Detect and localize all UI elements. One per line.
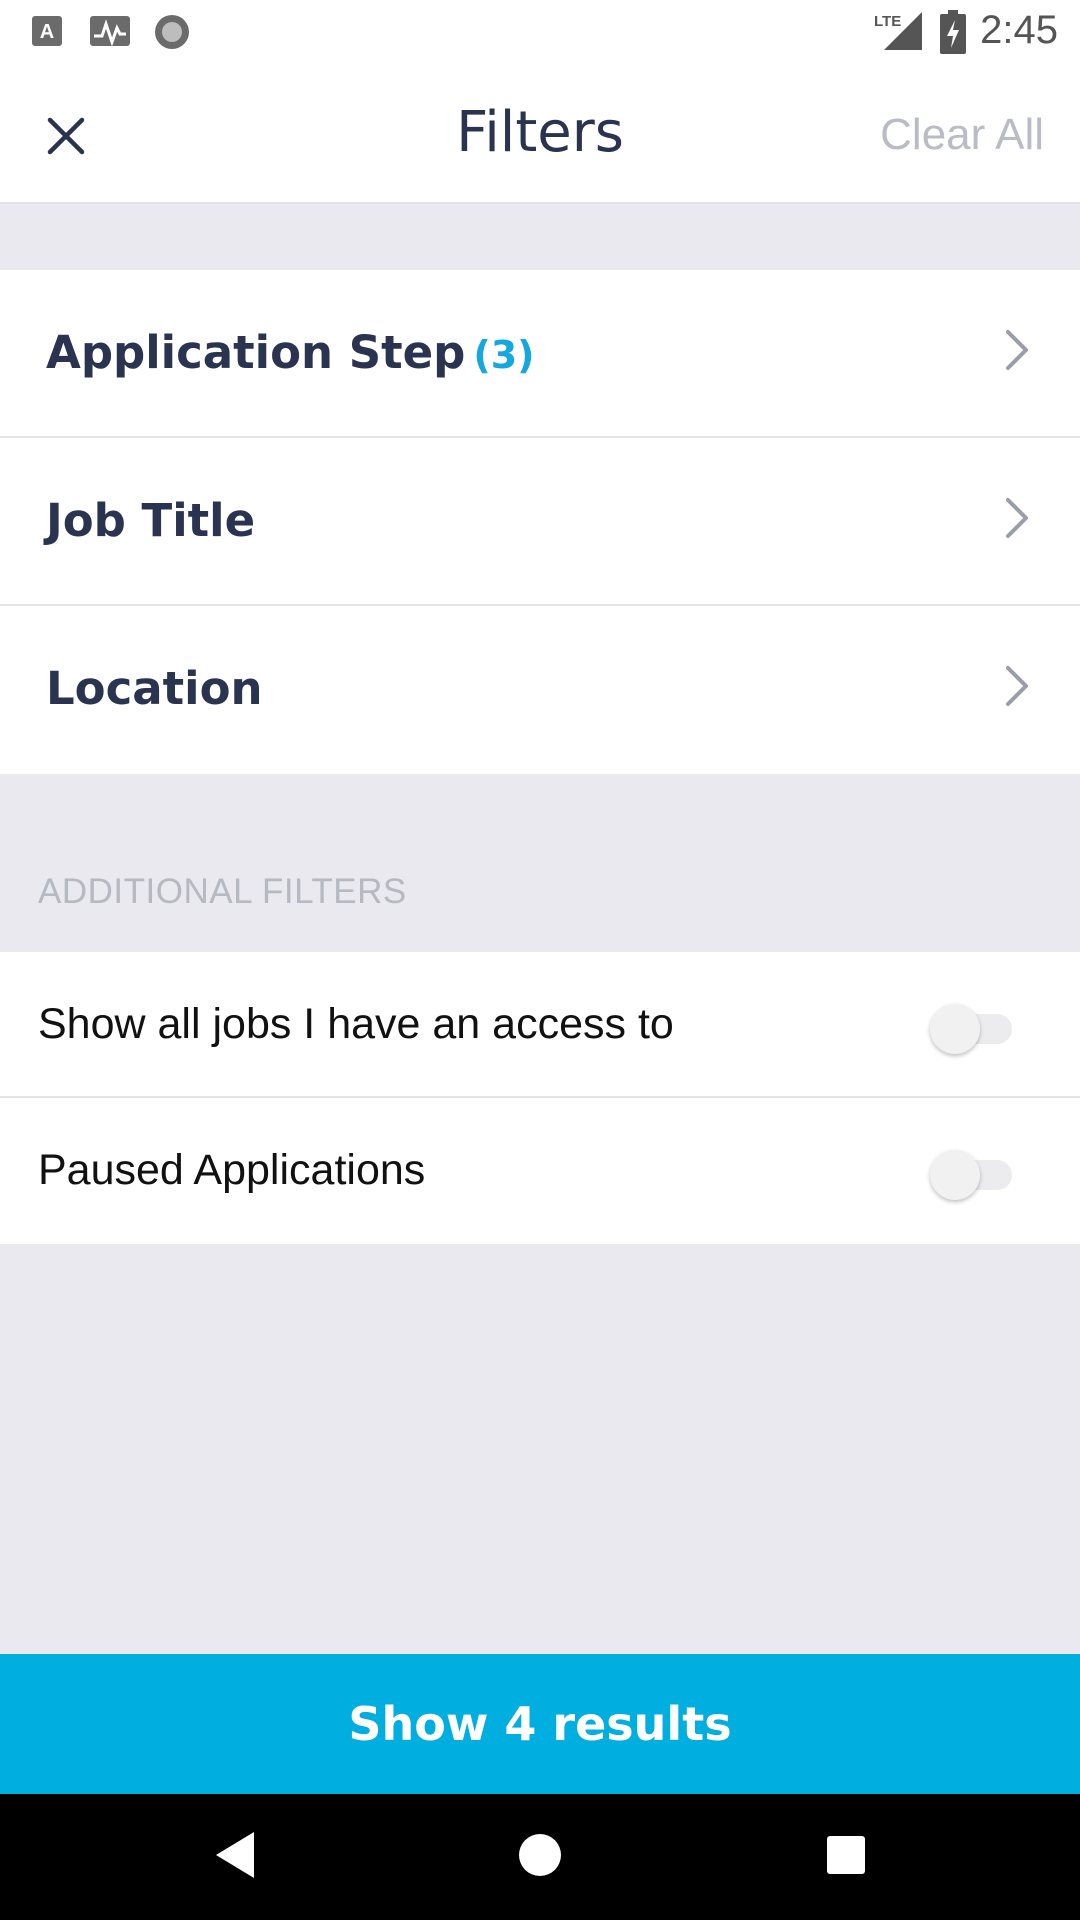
filter-label-text: Application Step <box>46 326 466 379</box>
switch-thumb <box>930 1150 980 1200</box>
clear-all-button[interactable]: Clear All <box>880 110 1044 160</box>
toggle-label: Show all jobs I have an access to <box>38 1000 674 1048</box>
filter-row-location[interactable]: Location <box>0 606 1080 774</box>
filter-label: Application Step (3) <box>46 326 535 379</box>
status-time: 2:45 <box>980 8 1058 52</box>
app-bar: Filters Clear All <box>0 64 1080 204</box>
network-label: LTE <box>874 13 901 30</box>
show-results-button[interactable]: Show 4 results <box>0 1654 1080 1794</box>
filter-label: Location <box>46 662 263 715</box>
show-all-jobs-switch[interactable] <box>930 1004 1012 1054</box>
filter-row-application-step[interactable]: Application Step (3) <box>0 270 1080 438</box>
activity-icon <box>90 14 130 52</box>
chevron-right-icon <box>1006 498 1028 538</box>
filter-label: Job Title <box>46 494 255 547</box>
filter-label-text: Job Title <box>46 494 256 547</box>
keyboard-icon: A <box>32 14 62 52</box>
battery-charging-icon <box>940 10 966 58</box>
filter-count-badge: (3) <box>473 333 535 377</box>
recents-icon[interactable] <box>824 1830 868 1880</box>
chevron-right-icon <box>1006 330 1028 370</box>
system-nav-bar <box>0 1794 1080 1920</box>
chevron-right-icon <box>1006 666 1028 706</box>
switch-thumb <box>930 1004 980 1054</box>
toggle-label: Paused Applications <box>38 1146 426 1194</box>
filters-screen: A LTE 2:45 Filters Clear All Application… <box>0 0 1080 1920</box>
svg-text:A: A <box>40 21 54 43</box>
signal-icon: LTE <box>874 10 924 56</box>
filter-label-text: Location <box>46 662 263 715</box>
toggle-row-show-all-jobs: Show all jobs I have an access to <box>0 952 1080 1098</box>
paused-applications-switch[interactable] <box>930 1150 1012 1200</box>
status-bar: A LTE 2:45 <box>0 0 1080 64</box>
filter-row-job-title[interactable]: Job Title <box>0 438 1080 606</box>
toggle-row-paused-applications: Paused Applications <box>0 1098 1080 1244</box>
additional-filters-heading: ADDITIONAL FILTERS <box>38 872 407 911</box>
home-icon[interactable] <box>518 1830 562 1880</box>
record-icon <box>152 14 192 54</box>
back-icon[interactable] <box>214 1830 258 1880</box>
